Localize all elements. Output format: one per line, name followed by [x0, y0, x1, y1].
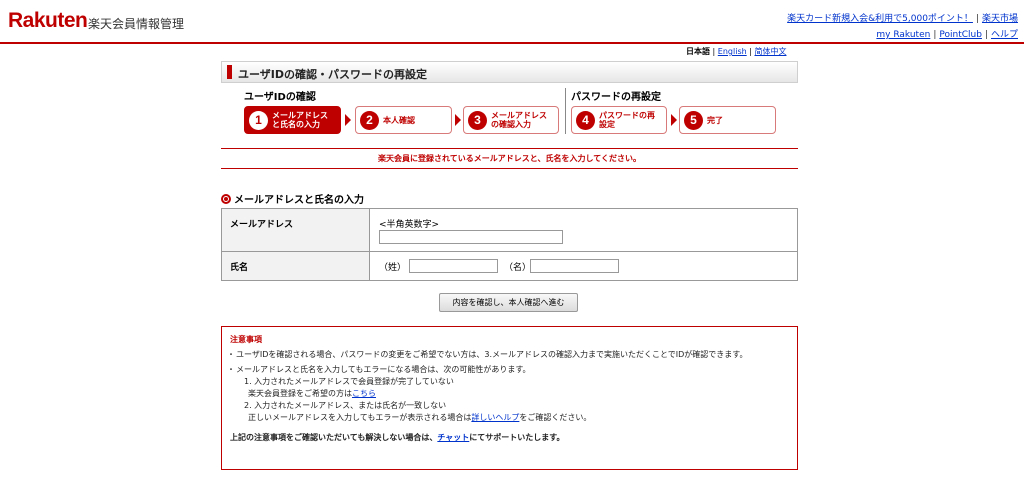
caution-text: 楽天会員登録をご希望の方は — [248, 389, 352, 398]
bullet-circle-icon — [221, 194, 231, 204]
step-number: 2 — [360, 111, 379, 130]
step-number: 3 — [468, 111, 487, 130]
site-header: Rakuten 楽天会員情報管理 楽天カード新規入会&利用で5,000ポイント！… — [0, 0, 1024, 44]
email-label: メールアドレス — [222, 209, 370, 251]
section-heading-text: メールアドレスと氏名の入力 — [234, 195, 364, 206]
step-3: 3 メールアドレス の確認入力 — [463, 106, 559, 134]
detailed-help-link[interactable]: 詳しいヘルプ — [471, 413, 519, 422]
input-form-table: メールアドレス <半角英数字> 氏名 （姓） （名） — [221, 208, 798, 281]
step-5: 5 完了 — [679, 106, 776, 134]
step-2: 2 本人確認 — [355, 106, 452, 134]
first-name-input[interactable] — [530, 259, 619, 273]
caution-reason-2: 2. 入力されたメールアドレス、または氏名が一致しない — [244, 401, 447, 410]
caution-box: 注意事項 ユーザIDを確認される場合、パスワードの変更をご希望でない方は、3.メ… — [221, 326, 798, 470]
name-row: 氏名 （姓） （名） — [222, 252, 797, 280]
service-name: 楽天会員情報管理 — [88, 17, 185, 31]
step-group-divider — [565, 88, 566, 134]
card-promo-link[interactable]: 楽天カード新規入会&利用で5,000ポイント！ — [787, 14, 973, 24]
lang-chinese-link[interactable]: 简体中文 — [754, 47, 786, 56]
caution-title: 注意事項 — [230, 335, 262, 344]
separator: | — [712, 47, 716, 56]
instruction-notice: 楽天会員に登録されているメールアドレスと、氏名を入力してください。 — [221, 148, 798, 169]
language-switcher: 日本語 | English | 简体中文 — [686, 46, 786, 57]
my-rakuten-link[interactable]: my Rakuten — [876, 30, 930, 40]
title-marker — [227, 65, 232, 79]
last-name-input[interactable] — [409, 259, 498, 273]
first-name-label: （名） — [504, 263, 532, 273]
caution-item: メールアドレスと氏名を入力してもエラーになる場合は、次の可能性があります。 — [227, 364, 789, 376]
lang-english-link[interactable]: English — [718, 47, 747, 56]
step-arrow-icon — [455, 114, 461, 126]
page-title: ユーザIDの確認・パスワードの再設定 — [238, 68, 428, 81]
step-1: 1 メールアドレス と氏名の入力 — [244, 106, 341, 134]
top-links: 楽天カード新規入会&利用で5,000ポイント！ | 楽天市場 my Rakuten |… — [787, 11, 1018, 43]
email-hint: <半角英数字> — [379, 220, 440, 230]
help-link[interactable]: ヘルプ — [991, 30, 1018, 40]
email-row: メールアドレス <半角英数字> — [222, 209, 797, 252]
chat-support-link[interactable]: チャット — [437, 433, 469, 442]
rakuten-logo[interactable]: Rakuten — [8, 9, 88, 33]
caution-text: 上記の注意事項をご確認いただいても解決しない場合は、 — [230, 433, 438, 442]
step-4: 4 パスワードの再 設定 — [571, 106, 667, 134]
step-number: 5 — [684, 111, 703, 130]
ichiba-link[interactable]: 楽天市場 — [982, 14, 1018, 24]
separator: | — [749, 47, 752, 56]
separator: | — [975, 14, 979, 24]
caution-item: ユーザIDを確認される場合、パスワードの変更をご希望でない方は、3.メールアドレ… — [227, 349, 789, 361]
step-label: パスワードの再 設定 — [599, 111, 655, 129]
caution-text: にてサポートいたします。 — [469, 433, 565, 442]
caution-text: をご確認ください。 — [519, 413, 592, 422]
pointclub-link[interactable]: PointClub — [939, 30, 982, 40]
caution-reason-1: 1. 入力されたメールアドレスで会員登録が完了していない — [244, 377, 454, 386]
lang-current: 日本語 — [686, 47, 710, 56]
separator: | — [933, 30, 937, 40]
section-heading: メールアドレスと氏名の入力 — [221, 191, 364, 206]
caution-text: 正しいメールアドレスを入力してもエラーが表示される場合は — [248, 413, 472, 422]
confirm-submit-button[interactable]: 内容を確認し、本人確認へ進む — [439, 293, 578, 312]
page-title-bar: ユーザIDの確認・パスワードの再設定 — [221, 61, 798, 83]
step-number: 1 — [249, 111, 268, 130]
step-arrow-icon — [671, 114, 677, 126]
name-label: 氏名 — [222, 252, 370, 280]
step-number: 4 — [576, 111, 595, 130]
step-label: メールアドレス の確認入力 — [491, 111, 547, 129]
step-label: 完了 — [707, 116, 723, 125]
step-label: 本人確認 — [383, 116, 415, 125]
step-arrow-icon — [345, 114, 351, 126]
caution-reason-1-detail: 楽天会員登録をご希望の方はこちら — [230, 388, 789, 400]
step-group-password: パスワードの再設定 — [571, 92, 661, 103]
register-here-link[interactable]: こちら — [352, 389, 376, 398]
separator: | — [984, 30, 988, 40]
step-group-userid: ユーザIDの確認 — [244, 92, 316, 103]
email-input[interactable] — [379, 230, 563, 244]
step-label: メールアドレス と氏名の入力 — [272, 111, 328, 129]
caution-reason-2-detail: 正しいメールアドレスを入力してもエラーが表示される場合は詳しいヘルプをご確認くだ… — [230, 412, 789, 424]
last-name-label: （姓） — [379, 263, 407, 273]
caution-footer: 上記の注意事項をご確認いただいても解決しない場合は、チャットにてサポートいたしま… — [230, 432, 789, 444]
